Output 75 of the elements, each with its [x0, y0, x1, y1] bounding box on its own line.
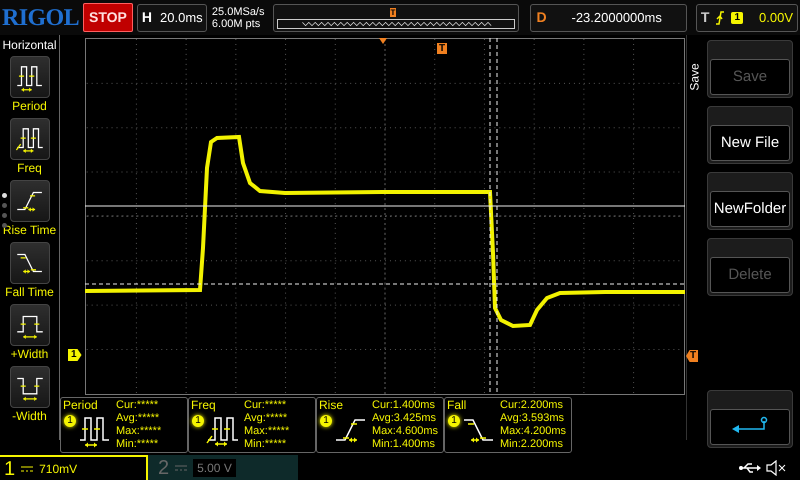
menu-button[interactable]: New File	[707, 106, 793, 164]
delay-label: D	[536, 8, 548, 27]
measurement-value: Avg:*****	[116, 412, 160, 425]
channel-marker: 1	[68, 349, 82, 361]
measurement-value: Avg:3.425ms	[372, 412, 438, 425]
measurement-value: Cur:*****	[116, 399, 160, 412]
measurement-value: Max:4.200ms	[500, 425, 566, 438]
timebase-value: 20.0ms	[160, 8, 203, 27]
measure-label: +Width	[10, 346, 48, 362]
memory-overview[interactable]: T	[272, 4, 518, 32]
measurement-name: Period	[63, 399, 98, 412]
menu-button[interactable]: NewFolder	[707, 172, 793, 230]
measure-label: Freq	[17, 160, 42, 176]
measurement-value: Avg:3.593ms	[500, 412, 566, 425]
channel-badge: 1	[320, 415, 332, 427]
channel-badge: 1	[448, 415, 460, 427]
measure-button[interactable]	[10, 304, 50, 346]
measurement-value: Max:*****	[244, 425, 290, 438]
measurement-value: Avg:*****	[244, 412, 288, 425]
measurement-panel[interactable]: Fall 1 Cur:2.200ms Avg:3.593ms Max:4.200ms Min:2.200ms	[444, 397, 572, 453]
trigger-box[interactable]: T 1 0.00V	[696, 4, 798, 32]
measurement-value: Cur:2.200ms	[500, 399, 564, 412]
measurement-name: Rise	[319, 399, 344, 412]
timebase-box[interactable]: H 20.0ms	[136, 4, 207, 32]
delay-box[interactable]: D -23.2000000ms	[530, 4, 687, 32]
run-status[interactable]: STOP	[83, 3, 133, 32]
measurement-panel[interactable]: Period 1 Cur:***** Avg:***** Max:***** Min:*****	[60, 397, 188, 453]
memory-depth: 6.00M pts	[212, 18, 262, 30]
channel-scale: 710mV	[39, 460, 78, 478]
measure-button[interactable]	[10, 56, 50, 98]
sample-rate: 25.0MSa/s	[212, 6, 264, 18]
measurement-value: Max:*****	[116, 425, 162, 438]
measurement-value: Min:*****	[244, 438, 288, 451]
measurement-value: Cur:*****	[244, 399, 288, 412]
measurement-panel[interactable]: Rise 1 Cur:1.400ms Avg:3.425ms Max:4.600ms Min:1.400ms	[316, 397, 444, 453]
measurement-value: Min:2.200ms	[500, 438, 564, 451]
measure-label: Rise Time	[2, 222, 56, 238]
trigger-marker: T	[437, 43, 448, 54]
menu-title: Save	[688, 63, 702, 91]
menu-title: Horizontal	[2, 38, 57, 52]
trigger-level: 0.00V	[759, 8, 793, 27]
measurement-value: Min:*****	[116, 438, 160, 451]
trigger-source: 1	[731, 12, 744, 24]
channel-scale: 5.00 V	[193, 458, 236, 476]
measurement-value: Max:4.600ms	[372, 425, 438, 438]
rising-edge-icon	[715, 10, 726, 24]
channel-number: 1	[4, 458, 16, 480]
delay-value: -23.2000000ms	[572, 8, 662, 27]
measure-button[interactable]	[10, 118, 50, 160]
measure-button[interactable]	[10, 366, 50, 408]
trigger-position-icon	[379, 38, 387, 44]
trigger-label: T	[700, 8, 710, 27]
measurement-name: Freq	[191, 399, 216, 412]
return-button[interactable]	[707, 390, 793, 448]
speaker-muted-icon	[766, 460, 786, 476]
coupling-icon	[175, 464, 188, 472]
channel-badge: 1	[64, 415, 76, 427]
usb-icon	[739, 462, 761, 474]
channel-badge: 1	[192, 415, 204, 427]
measure-label: Fall Time	[5, 284, 54, 300]
measure-label: Period	[12, 98, 47, 114]
measurement-panel[interactable]: Freq 1 Cur:***** Avg:***** Max:***** Min:*****	[188, 397, 316, 453]
trigger-marker: T	[390, 8, 396, 16]
trigger-level-marker: T	[686, 350, 698, 362]
measurement-value: Cur:1.400ms	[372, 399, 436, 412]
channel-number: 2	[158, 456, 170, 478]
measurement-name: Fall	[447, 399, 466, 412]
timebase-label: H	[142, 8, 152, 27]
measurement-value: Min:1.400ms	[372, 438, 436, 451]
coupling-icon	[21, 464, 34, 472]
measure-button[interactable]	[10, 242, 50, 284]
measure-label: -Width	[12, 408, 47, 424]
brand-logo: RIGOL	[2, 6, 80, 30]
measure-button[interactable]	[10, 180, 50, 222]
channel-tab[interactable]: 2 5.00 V	[148, 455, 298, 480]
